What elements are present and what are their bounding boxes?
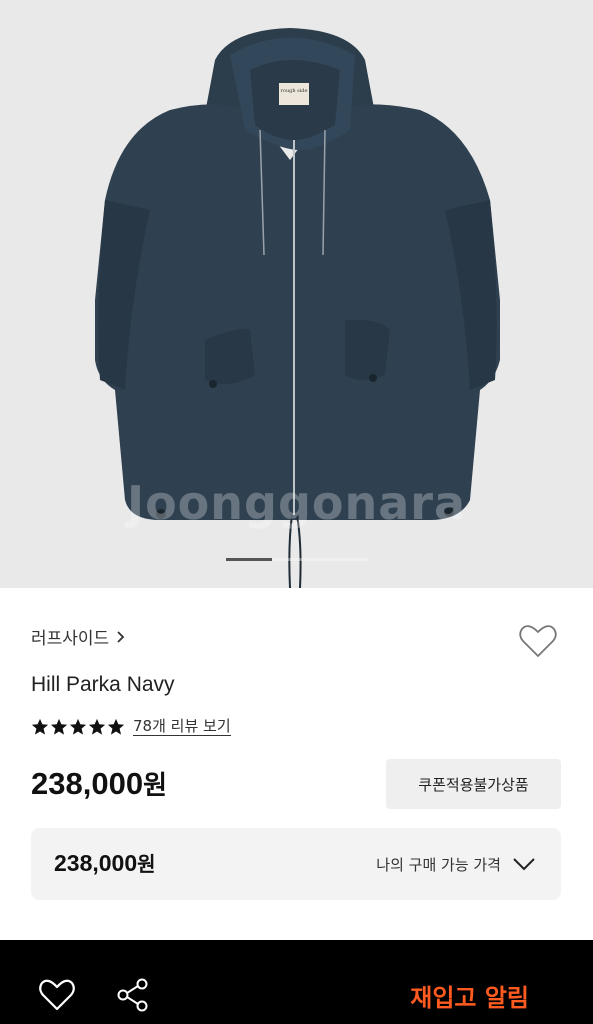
product-title: Hill Parka Navy xyxy=(31,673,175,696)
star-filled-icon xyxy=(50,718,68,735)
star-filled-icon xyxy=(69,718,87,735)
my-price-unit: 원 xyxy=(137,852,156,876)
star-filled-icon xyxy=(31,718,49,735)
product-price: 238,000원 xyxy=(31,765,167,802)
bottom-action-bar: 재입고 알림 xyxy=(0,940,593,1024)
brand-link[interactable]: 러프사이드 xyxy=(31,624,130,649)
product-image[interactable]: rough side Joonggonara xyxy=(0,0,593,588)
heart-outline-icon[interactable] xyxy=(38,977,76,1013)
my-price-toggle[interactable]: 238,000원 나의 구매 가능 가격 xyxy=(31,828,561,900)
chevron-down-icon xyxy=(513,858,535,871)
brand-name: 러프사이드 xyxy=(31,629,110,649)
watermark: Joonggonara xyxy=(126,476,467,530)
my-price-value: 238,000원 xyxy=(54,848,156,877)
star-filled-icon xyxy=(107,718,125,735)
share-icon[interactable] xyxy=(115,977,151,1013)
star-filled-icon xyxy=(88,718,106,735)
price-number: 238,000 xyxy=(31,766,144,801)
chevron-right-icon xyxy=(117,630,125,643)
price-unit: 원 xyxy=(143,771,167,801)
rating-row: 78개 리뷰 보기 xyxy=(31,717,231,736)
rating-stars xyxy=(31,718,125,736)
coupon-badge: 쿠폰적용불가상품 xyxy=(386,759,561,809)
slide-indicator-active xyxy=(226,558,272,561)
slide-indicator xyxy=(272,558,320,561)
review-link[interactable]: 78개 리뷰 보기 xyxy=(133,717,231,736)
slide-indicator xyxy=(320,558,368,561)
restock-alert-button[interactable]: 재입고 알림 xyxy=(410,978,529,1013)
my-price-number: 238,000 xyxy=(54,850,138,876)
heart-outline-icon[interactable] xyxy=(517,620,559,662)
brand-label-tag: rough side xyxy=(281,88,308,94)
my-price-label: 나의 구매 가능 가격 xyxy=(376,856,501,874)
